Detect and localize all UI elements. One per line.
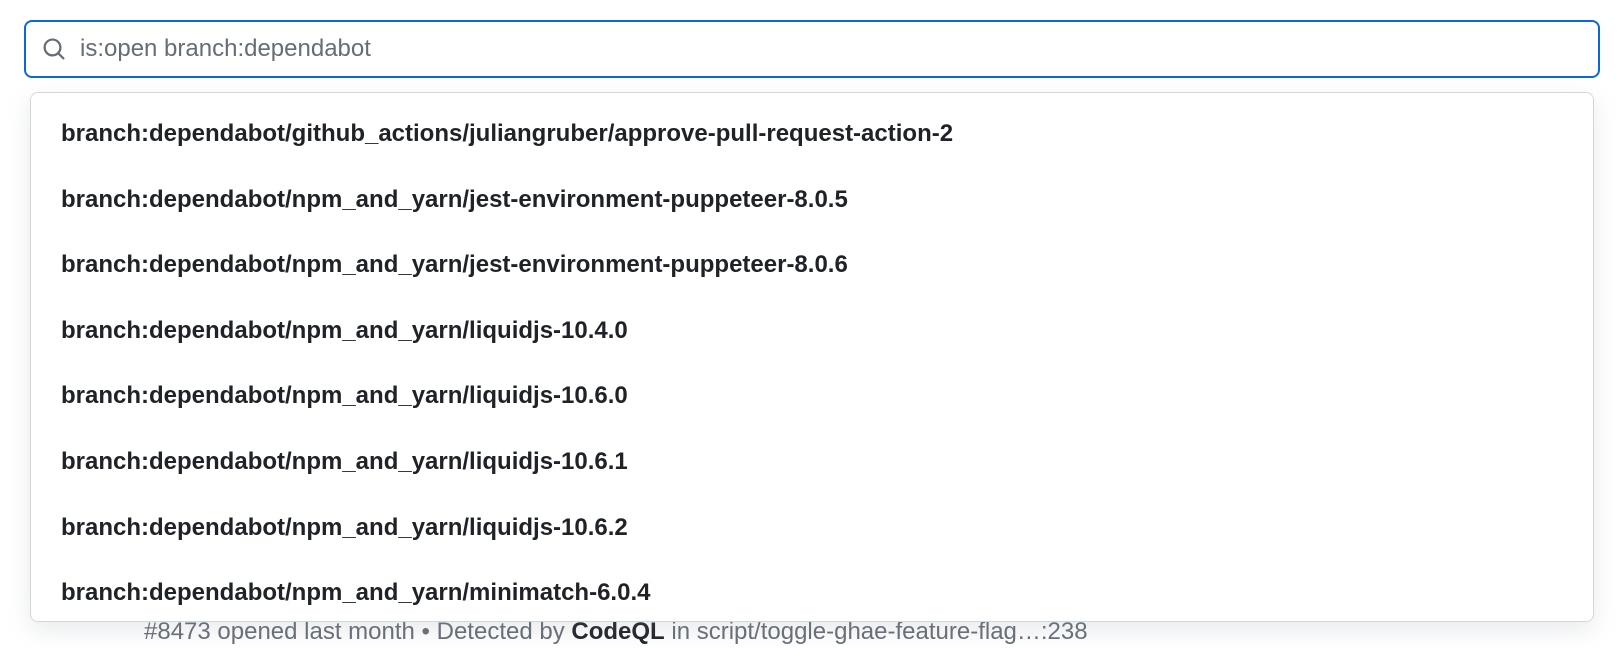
suggestion-item[interactable]: branch:dependabot/npm_and_yarn/liquidjs-…: [31, 363, 1593, 429]
background-alert-row: #8473 opened last month • Detected by Co…: [144, 618, 1088, 646]
suggestion-item[interactable]: branch:dependabot/npm_and_yarn/jest-envi…: [31, 167, 1593, 233]
alert-meta-suffix: in script/toggle-ghae-feature-flag…:238: [665, 618, 1088, 645]
suggestion-item[interactable]: branch:dependabot/npm_and_yarn/liquidjs-…: [31, 298, 1593, 364]
alert-tool-name: CodeQL: [571, 618, 664, 645]
suggestion-item[interactable]: branch:dependabot/npm_and_yarn/minimatch…: [31, 560, 1593, 622]
suggestion-item[interactable]: branch:dependabot/npm_and_yarn/jest-envi…: [31, 232, 1593, 298]
search-input[interactable]: [80, 35, 1582, 63]
suggestion-item[interactable]: branch:dependabot/npm_and_yarn/liquidjs-…: [31, 429, 1593, 495]
search-icon: [42, 37, 66, 61]
search-bar[interactable]: [24, 20, 1600, 78]
suggestion-item[interactable]: branch:dependabot/npm_and_yarn/liquidjs-…: [31, 495, 1593, 561]
suggestions-dropdown[interactable]: branch:dependabot/github_actions/juliang…: [30, 92, 1594, 622]
suggestion-item[interactable]: branch:dependabot/github_actions/juliang…: [31, 101, 1593, 167]
alert-meta-prefix: #8473 opened last month • Detected by: [144, 618, 571, 645]
